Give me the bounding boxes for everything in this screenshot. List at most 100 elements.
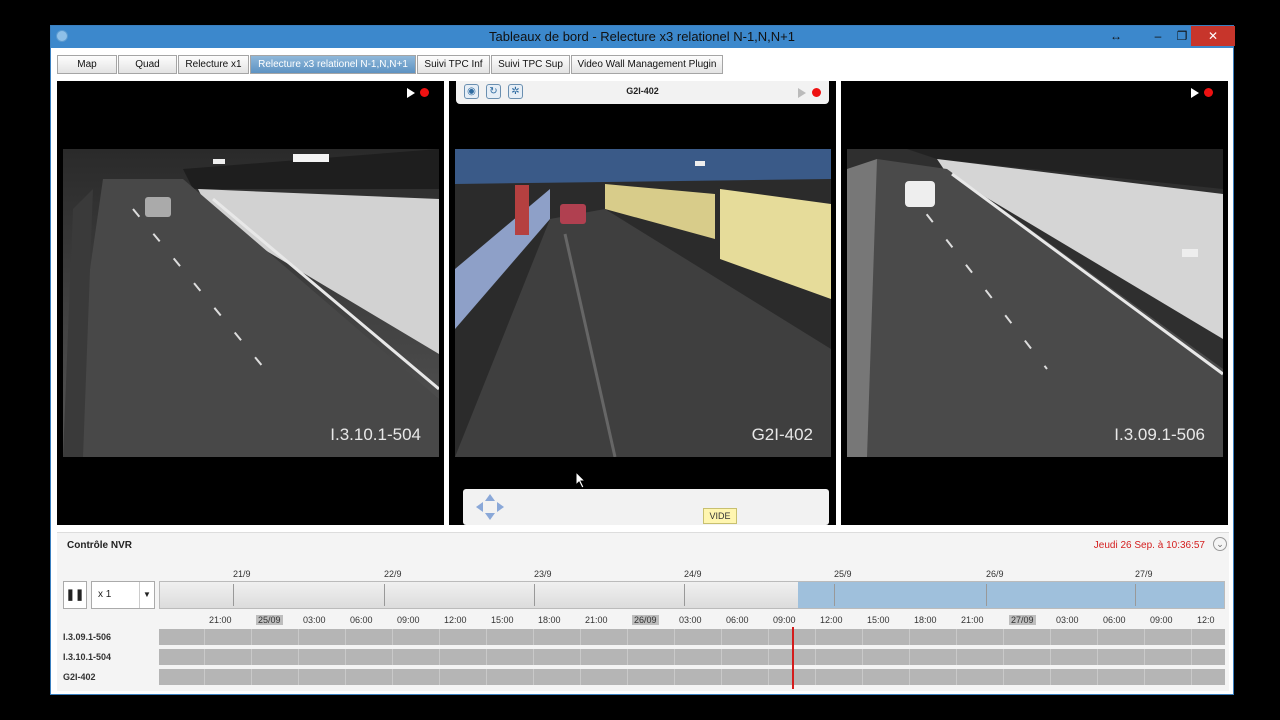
play-icon[interactable] — [407, 88, 415, 98]
grid-line — [533, 629, 534, 645]
grid-line — [392, 629, 393, 645]
grid-line — [862, 649, 863, 665]
grid-line — [674, 629, 675, 645]
hour-label: 03:00 — [1056, 615, 1079, 625]
camera-label: G2I-402 — [751, 425, 813, 444]
hour-label: 09:00 — [1150, 615, 1173, 625]
hour-label: 27/09 — [1009, 615, 1036, 625]
grid-line — [721, 669, 722, 685]
day-label: 23/9 — [534, 569, 552, 579]
day-label: 24/9 — [684, 569, 702, 579]
playback-cursor[interactable] — [792, 627, 794, 689]
tab-map[interactable]: Map — [57, 55, 117, 74]
hour-label: 03:00 — [303, 615, 326, 625]
tab-relecture-x1[interactable]: Relecture x1 — [178, 55, 249, 74]
grid-line — [909, 669, 910, 685]
camera-feed-left[interactable]: I.3.10.1-504 — [63, 149, 439, 457]
grid-line — [298, 669, 299, 685]
tooltip: VIDE — [703, 508, 737, 524]
grid-line — [1097, 649, 1098, 665]
grid-line — [627, 629, 628, 645]
hour-label: 15:00 — [491, 615, 514, 625]
timeline-row[interactable] — [159, 649, 1225, 665]
grid-line — [1144, 629, 1145, 645]
grid-line — [1191, 649, 1192, 665]
chevron-down-icon[interactable]: ▼ — [139, 582, 154, 608]
hour-label: 09:00 — [773, 615, 796, 625]
hour-label: 18:00 — [538, 615, 561, 625]
grid-line — [486, 649, 487, 665]
mouse-cursor-icon — [575, 471, 587, 489]
pause-button[interactable]: ❚❚ — [63, 581, 87, 609]
grid-line — [1003, 669, 1004, 685]
grid-line — [956, 649, 957, 665]
play-icon[interactable] — [798, 88, 806, 98]
grid-line — [533, 669, 534, 685]
grid-line — [204, 669, 205, 685]
grid-line — [1003, 629, 1004, 645]
close-button[interactable]: ✕ — [1191, 26, 1235, 46]
grid-line — [345, 629, 346, 645]
hour-label: 18:00 — [914, 615, 937, 625]
grid-line — [721, 629, 722, 645]
grid-line — [627, 649, 628, 665]
hour-label: 26/09 — [632, 615, 659, 625]
camera-feed-right[interactable]: I.3.09.1-506 — [847, 149, 1223, 457]
grid-line — [251, 669, 252, 685]
camera-panel-left[interactable]: I.3.10.1-504 — [57, 81, 444, 525]
ptz-control-panel — [463, 489, 829, 525]
speed-value: x 1 — [98, 589, 112, 600]
grid-line — [815, 629, 816, 645]
grid-line — [956, 629, 957, 645]
grid-line — [1003, 649, 1004, 665]
timeline-selection[interactable] — [798, 582, 1224, 608]
tab-suivi-tpc-sup[interactable]: Suivi TPC Sup — [491, 55, 570, 74]
grid-line — [1097, 669, 1098, 685]
hour-label: 06:00 — [726, 615, 749, 625]
timeline-row-label: G2I-402 — [63, 672, 96, 682]
grid-line — [392, 669, 393, 685]
hour-label: 21:00 — [209, 615, 232, 625]
window-title: Tableaux de bord - Relecture x3 relation… — [488, 29, 796, 44]
grid-line — [204, 649, 205, 665]
timeline-row[interactable] — [159, 669, 1225, 685]
grid-line — [439, 649, 440, 665]
collapse-icon[interactable]: ⌄ — [1213, 537, 1227, 551]
grid-line — [815, 669, 816, 685]
grid-line — [1050, 629, 1051, 645]
speed-select[interactable]: x 1 ▼ — [91, 581, 155, 609]
camera-toolbar: ◉ ↻ ✲ G2I-402 — [456, 81, 829, 104]
grid-line — [580, 669, 581, 685]
camera-panel-center[interactable]: ◉ ↻ ✲ G2I-402 G2I-402 VIDE — [449, 81, 836, 525]
grid-line — [674, 649, 675, 665]
hour-label: 25/09 — [256, 615, 283, 625]
grid-line — [768, 669, 769, 685]
title-bar[interactable]: Tableaux de bord - Relecture x3 relation… — [51, 26, 1235, 48]
grid-line — [486, 629, 487, 645]
grid-line — [1191, 669, 1192, 685]
camera-panel-right[interactable]: I.3.09.1-506 — [841, 81, 1228, 525]
grid-line — [251, 649, 252, 665]
camera-label: I.3.10.1-504 — [330, 425, 421, 444]
camera-feed-center[interactable]: G2I-402 — [455, 149, 831, 457]
tab-video-wall[interactable]: Video Wall Management Plugin — [571, 55, 723, 74]
grid-line — [674, 669, 675, 685]
day-timeline[interactable] — [159, 581, 1225, 609]
timeline-row[interactable] — [159, 629, 1225, 645]
grid-line — [1050, 669, 1051, 685]
day-label: 21/9 — [233, 569, 251, 579]
tab-quad[interactable]: Quad — [118, 55, 177, 74]
tab-suivi-tpc-inf[interactable]: Suivi TPC Inf — [417, 55, 490, 74]
grid-line — [439, 669, 440, 685]
grid-line — [768, 629, 769, 645]
grid-line — [392, 649, 393, 665]
play-icon[interactable] — [1191, 88, 1199, 98]
resize-icon[interactable]: ↔ — [1103, 26, 1129, 46]
ptz-arrows-icon[interactable] — [475, 493, 505, 521]
nvr-control-panel: Contrôle NVR Jeudi 26 Sep. à 10:36:57 ⌄ … — [57, 532, 1229, 691]
camera-toolbar-title: G2I-402 — [626, 86, 659, 96]
application-window: Tableaux de bord - Relecture x3 relation… — [50, 25, 1235, 695]
minimize-button[interactable]: – — [1145, 26, 1171, 46]
hour-label: 21:00 — [961, 615, 984, 625]
tab-relecture-x3[interactable]: Relecture x3 relationel N-1,N,N+1 — [250, 55, 416, 74]
